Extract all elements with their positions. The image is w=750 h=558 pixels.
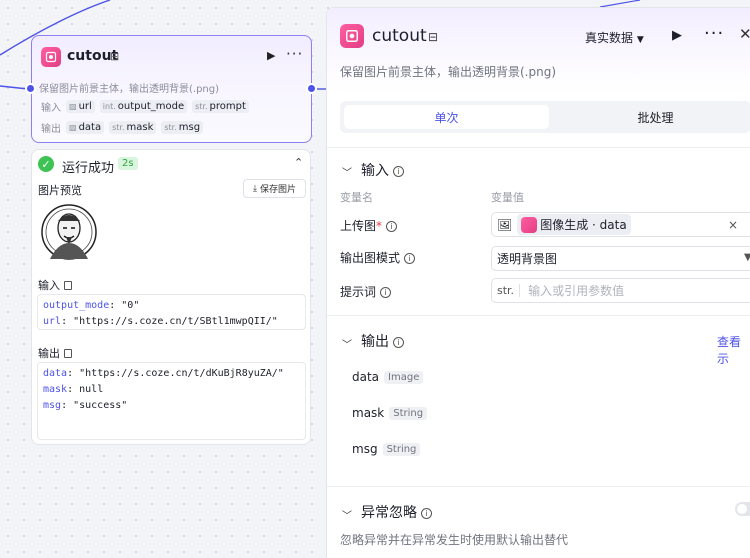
col-var-value: 变量值	[491, 191, 524, 204]
node-output-port[interactable]	[306, 83, 317, 94]
param-chip: int. output_mode	[99, 100, 188, 113]
output-item: mask String	[352, 406, 428, 420]
image-type-icon: ▨	[69, 123, 77, 132]
plugin-icon	[340, 24, 364, 48]
result-output-title: 输出	[38, 345, 72, 361]
param-chip: str. msg	[161, 121, 204, 134]
check-circle-icon: ✓	[38, 156, 54, 172]
panel-header	[327, 8, 750, 93]
chevron-down-icon: ▼	[744, 252, 750, 263]
node-run-icon[interactable]: ▶	[267, 49, 275, 62]
chevron-down-icon[interactable]: ﹀	[342, 507, 352, 522]
type-badge: String	[382, 442, 421, 456]
plugin-icon	[521, 216, 538, 233]
run-icon[interactable]: ▶	[672, 28, 682, 43]
code-line: msg: "success"	[43, 400, 128, 411]
param-chip: str. mask	[109, 121, 157, 134]
result-output-box: data: "https://s.coze.cn/t/dKuBjR8yuZA/"…	[37, 362, 306, 440]
panel-title: cutout	[372, 26, 427, 46]
upload-label: 上传图* i	[340, 217, 398, 234]
type-tag: str.	[497, 284, 521, 297]
info-icon[interactable]: i	[393, 166, 404, 177]
node-more-icon[interactable]: ···	[286, 45, 303, 63]
clear-icon[interactable]: ×	[728, 218, 738, 232]
chevron-up-icon[interactable]: ⌃	[294, 156, 303, 169]
node-input-port[interactable]	[25, 83, 36, 94]
input-section-title: 输入 i	[361, 160, 404, 180]
download-icon: ⤓	[253, 183, 257, 194]
more-icon[interactable]: ···	[704, 23, 724, 44]
code-line: url: "https://s.coze.cn/t/SBtl1mwpQII/"	[43, 316, 278, 327]
info-icon[interactable]: i	[393, 337, 404, 348]
copy-icon[interactable]	[64, 281, 72, 290]
node-outputs-label: 输出	[41, 124, 61, 135]
panel-badge-icon: ⊟	[428, 30, 439, 44]
exception-toggle[interactable]	[735, 502, 750, 516]
result-input-title: 输入	[38, 277, 72, 293]
view-example-link[interactable]: 查看示	[717, 333, 750, 367]
prompt-placeholder: 输入或引用参数值	[528, 284, 625, 298]
tab-batch[interactable]: 批处理	[553, 105, 750, 129]
col-var-name: 变量名	[340, 191, 373, 204]
chevron-down-icon[interactable]: ﹀	[342, 164, 352, 179]
param-chip: ▨ data	[66, 121, 105, 134]
divider	[327, 147, 750, 148]
param-chip: ▨ url	[66, 100, 95, 113]
prompt-input[interactable]: str. 输入或引用参数值	[491, 278, 750, 303]
exception-description: 忽略异常并在异常发生时使用默认输出替代	[340, 533, 569, 547]
cutout-node[interactable]: cutout ⊟ ▶ ··· 保留图片前景主体，输出透明背景(.png) 输入 …	[31, 35, 312, 143]
code-line: output_mode: "0"	[43, 300, 140, 311]
output-mode-label: 输出图模式 i	[340, 249, 416, 266]
reference-chip: 图像生成 · data	[517, 214, 631, 235]
run-result-card: ✓ 运行成功 2s ⌃ 图片预览 ⤓ 保存图片 输入 output_mode: …	[31, 149, 311, 445]
preview-label: 图片预览	[38, 184, 82, 197]
output-section-title: 输出 i	[361, 331, 404, 351]
chevron-down-icon[interactable]: ﹀	[342, 336, 352, 351]
divider	[327, 315, 750, 316]
plugin-icon	[41, 47, 61, 67]
output-item: data Image	[352, 370, 424, 384]
panel-description: 保留图片前景主体，输出透明背景(.png)	[340, 65, 557, 79]
code-line: mask: null	[43, 384, 104, 395]
node-inputs-row: 输入 ▨ url int. output_mode str. prompt	[41, 99, 249, 114]
type-badge: Image	[384, 370, 424, 384]
run-status: 运行成功	[62, 161, 115, 176]
divider	[327, 486, 750, 487]
type-badge: String	[389, 406, 428, 420]
code-line: data: "https://s.coze.cn/t/dKuBjR8yuZA/"	[43, 368, 284, 379]
node-test-panel: cutout ⊟ 真实数据 ▼ ▶ ··· ✕ 保留图片前景主体，输出透明背景(…	[326, 7, 750, 558]
copy-icon[interactable]	[64, 349, 72, 358]
result-input-box: output_mode: "0" url: "https://s.coze.cn…	[37, 294, 306, 330]
run-mode-tabs: 单次 批处理	[340, 101, 750, 133]
save-image-button[interactable]: ⤓ 保存图片	[243, 179, 306, 198]
output-item: msg String	[352, 442, 421, 456]
info-icon[interactable]: i	[421, 508, 432, 519]
output-mode-select[interactable]: 透明背景图 ▼	[491, 246, 750, 271]
info-icon[interactable]: i	[386, 221, 398, 232]
param-chip: str. prompt	[192, 100, 249, 113]
prompt-label: 提示词 i	[340, 283, 392, 300]
node-description: 保留图片前景主体，输出透明背景(.png)	[39, 84, 220, 95]
run-time-badge: 2s	[118, 157, 138, 170]
info-icon[interactable]: i	[380, 287, 392, 298]
preview-portrait-image	[38, 201, 100, 263]
close-icon[interactable]: ✕	[739, 25, 750, 43]
image-icon: 🖼	[497, 217, 513, 232]
node-badge-icon: ⊟	[110, 50, 120, 63]
image-preview[interactable]	[38, 201, 100, 263]
upload-field[interactable]: 🖼 图像生成 · data ×	[491, 212, 750, 237]
info-icon[interactable]: i	[404, 253, 416, 264]
tab-single[interactable]: 单次	[344, 105, 549, 129]
exception-section-title: 异常忽略 i	[361, 502, 432, 522]
caret-down-icon: ▼	[636, 35, 644, 45]
data-mode-select[interactable]: 真实数据 ▼	[585, 29, 644, 46]
image-type-icon: ▨	[69, 102, 77, 111]
node-outputs-row: 输出 ▨ data str. mask str. msg	[41, 120, 204, 135]
node-inputs-label: 输入	[41, 103, 61, 114]
